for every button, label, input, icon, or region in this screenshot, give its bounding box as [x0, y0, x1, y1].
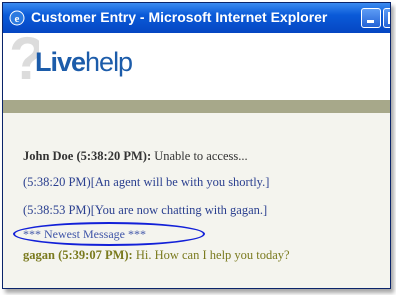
chat-message-system: (5:38:20 PM)[An agent will be with you s… [23, 175, 270, 189]
chat-message-system: (5:38:53 PM)[You are now chatting with g… [23, 203, 268, 217]
message-text: Unable to access... [151, 149, 248, 163]
live-help-header: ? Livehelp [3, 31, 390, 100]
live-help-logo: Livehelp [35, 47, 133, 78]
page-content: ? Livehelp John Doe (5:38:20 PM): Unable… [3, 31, 390, 288]
browser-window: e Customer Entry - Microsoft Internet Ex… [2, 2, 391, 289]
message-text: Hi. How can I help you today? [132, 248, 290, 262]
minimize-button[interactable] [361, 8, 381, 28]
chat-transcript: John Doe (5:38:20 PM): Unable to access.… [3, 113, 390, 288]
maximize-button[interactable] [383, 8, 390, 28]
svg-text:e: e [15, 13, 20, 25]
message-sender: John Doe (5:38:20 PM): [23, 149, 152, 163]
highlight-oval [13, 222, 205, 246]
maximize-icon [388, 12, 390, 24]
logo-live-text: Live [35, 47, 86, 77]
title-bar[interactable]: e Customer Entry - Microsoft Internet Ex… [3, 3, 390, 33]
chat-message-customer: John Doe (5:38:20 PM): Unable to access.… [23, 149, 248, 164]
minimize-icon [367, 20, 374, 23]
divider-bar [3, 100, 390, 113]
chat-message-agent: gagan (5:39:07 PM): Hi. How can I help y… [23, 248, 290, 263]
window-title: Customer Entry - Microsoft Internet Expl… [31, 9, 328, 25]
ie-icon: e [9, 10, 25, 26]
message-sender: gagan (5:39:07 PM): [23, 248, 133, 262]
logo-help-text: help [85, 47, 133, 77]
